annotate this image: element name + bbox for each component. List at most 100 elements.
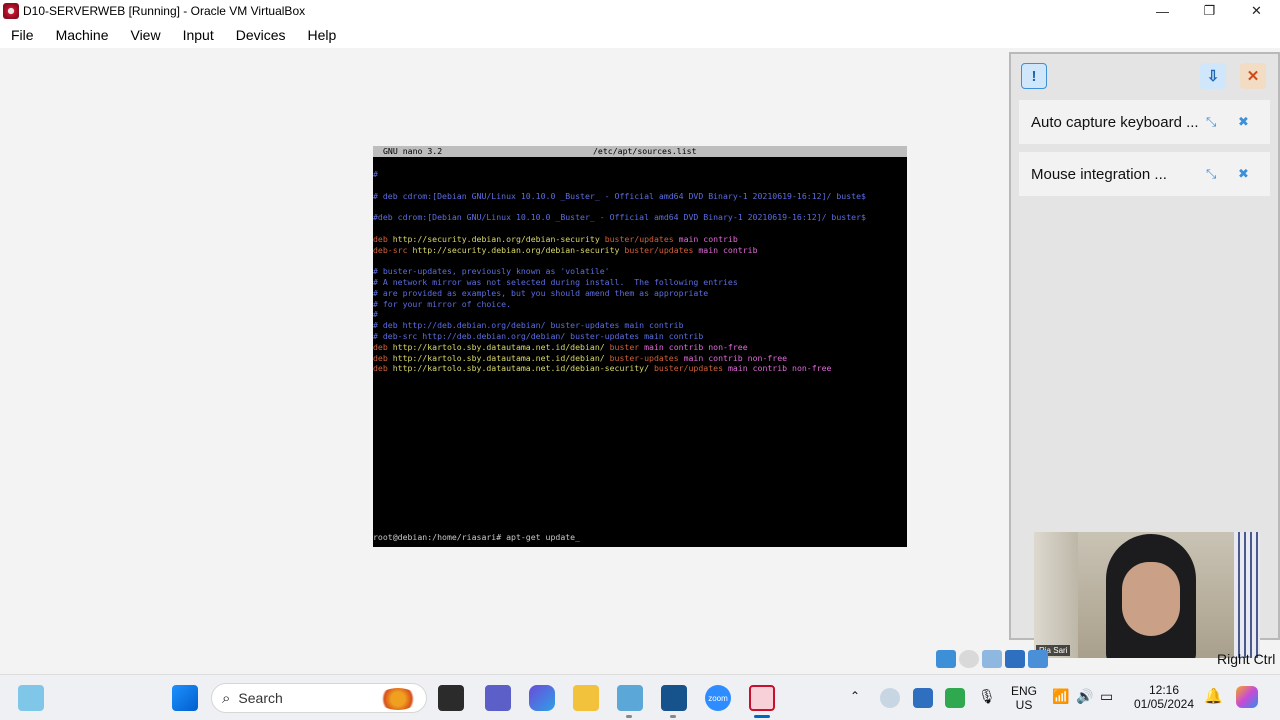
region-code: US	[1015, 698, 1033, 712]
chevron-up-icon[interactable]: ⌃	[850, 689, 860, 703]
vm-status-bar	[936, 648, 1048, 670]
copilot-icon[interactable]	[529, 685, 555, 711]
close-button[interactable]: ✕	[1233, 0, 1280, 22]
nano-filename: /etc/apt/sources.list	[593, 146, 697, 156]
microphone-icon[interactable]: 🎙	[978, 688, 996, 705]
terminal-line: # for your mirror of choice.	[373, 299, 907, 310]
vm-window-icon[interactable]	[749, 685, 775, 711]
search-box[interactable]: ⌕ Search	[211, 683, 427, 713]
window-title: D10-SERVERWEB [Running] - Oracle VM Virt…	[23, 4, 306, 18]
terminal-line: # are provided as examples, but you shou…	[373, 288, 907, 299]
widgets-icon[interactable]	[18, 685, 44, 711]
terminal-token: #	[373, 169, 378, 179]
terminal-token: main contrib non-free	[644, 341, 748, 352]
terminal-token: main contrib	[678, 233, 738, 244]
terminal-token: # deb cdrom:[Debian GNU/Linux 10.10.0 _B…	[373, 190, 866, 201]
restore-button[interactable]: ❐	[1186, 0, 1233, 22]
shell-prompt[interactable]: root@debian:/home/riasari# apt-get updat…	[373, 532, 580, 543]
sort-icon[interactable]: ⇩	[1200, 63, 1226, 89]
terminal-line: #	[373, 309, 907, 320]
menu-view[interactable]: View	[119, 27, 171, 43]
terminal-token: # are provided as examples, but you shou…	[373, 287, 709, 298]
terminal-token: deb	[373, 341, 393, 352]
language-code: ENG	[1010, 684, 1037, 698]
terminal-token: deb-src	[373, 244, 413, 255]
terminal-token: http://security.debian.org/debian-securi…	[392, 233, 605, 244]
search-highlight-icon	[378, 688, 418, 710]
notification-mouse-integration[interactable]: Mouse integration ... ⤡ ✖	[1019, 152, 1270, 196]
battery-icon[interactable]: ▭	[1100, 688, 1113, 705]
keyboard-close-icon[interactable]: ✖	[1238, 114, 1249, 130]
zoom-icon[interactable]: zoom	[705, 685, 731, 711]
terminal-token: http://kartolo.sby.datautama.net.id/debi…	[392, 352, 610, 363]
notification-keyboard-capture[interactable]: Auto capture keyboard ... ⤡ ✖	[1019, 100, 1270, 144]
onedrive-icon[interactable]	[880, 688, 900, 708]
terminal-lines: # # deb cdrom:[Debian GNU/Linux 10.10.0 _…	[373, 157, 907, 374]
mouse-close-icon[interactable]: ✖	[1238, 166, 1249, 182]
copilot-preview-icon[interactable]	[1236, 686, 1258, 708]
teams-icon[interactable]	[485, 685, 511, 711]
terminal-token: http://kartolo.sby.datautama.net.id/debi…	[392, 341, 610, 352]
terminal-line: deb http://kartolo.sby.datautama.net.id/…	[373, 353, 907, 364]
start-icon[interactable]	[172, 685, 198, 711]
menu-bar: File Machine View Input Devices Help	[0, 22, 1280, 48]
terminal-line: deb http://kartolo.sby.datautama.net.id/…	[373, 342, 907, 353]
volume-icon[interactable]: 🔊	[1076, 688, 1093, 705]
terminal-token: buster	[609, 341, 645, 352]
terminal-line: # deb-src http://deb.debian.org/debian/ …	[373, 331, 907, 342]
clock[interactable]: 12:16 01/05/2024	[1132, 683, 1196, 711]
alert-icon[interactable]: !	[1021, 63, 1047, 89]
terminal-token: http://security.debian.org/debian-securi…	[412, 244, 625, 255]
notification-toolbar: ! ⇩ ✕	[1011, 54, 1278, 100]
mouse-info-icon[interactable]: ⤡	[1206, 166, 1216, 182]
hard-disk-icon[interactable]	[936, 650, 956, 668]
search-placeholder: Search	[238, 690, 283, 706]
security-shield-icon[interactable]	[913, 688, 933, 708]
wifi-icon[interactable]: 📶	[1052, 688, 1069, 705]
terminal-line: deb http://kartolo.sby.datautama.net.id/…	[373, 363, 907, 374]
file-explorer-icon[interactable]	[573, 685, 599, 711]
window-controls: — ❐ ✕	[1139, 0, 1280, 22]
network-icon[interactable]	[1005, 650, 1025, 668]
window-titlebar: D10-SERVERWEB [Running] - Oracle VM Virt…	[0, 0, 1280, 22]
terminal-token: deb	[373, 363, 393, 374]
vm-console[interactable]: GNU nano 3.2 /etc/apt/sources.list # # de…	[373, 146, 907, 547]
terminal-token: deb	[373, 233, 393, 244]
terminal-token: main contrib	[698, 244, 758, 255]
terminal-line: deb-src http://security.debian.org/debia…	[373, 245, 907, 256]
notification-mouse-text: Mouse integration ...	[1031, 165, 1167, 183]
virtualbox-running-indicator	[670, 715, 676, 718]
audio-icon[interactable]	[982, 650, 1002, 668]
terminal-token: # deb-src http://deb.debian.org/debian/ …	[373, 330, 704, 341]
app-tray-icon[interactable]	[945, 688, 965, 708]
vm-active-indicator	[754, 715, 770, 718]
menu-file[interactable]: File	[0, 27, 45, 43]
menu-input[interactable]: Input	[172, 27, 225, 43]
notification-keyboard-text: Auto capture keyboard ...	[1031, 113, 1199, 131]
terminal-token: http://kartolo.sby.datautama.net.id/debi…	[392, 363, 654, 374]
notification-bell-icon[interactable]: 🔔	[1204, 687, 1223, 705]
clock-date: 01/05/2024	[1133, 697, 1195, 711]
menu-devices[interactable]: Devices	[225, 27, 297, 43]
taskbar: ⌕ Search zoom ⌃ 🎙 ENG US 📶 🔊 ▭ 12:16 01/…	[0, 674, 1280, 720]
terminal-token: buster/updates	[653, 363, 728, 374]
virtualbox-icon[interactable]	[661, 685, 687, 711]
language-indicator[interactable]: ENG US	[1010, 684, 1038, 712]
minimize-button[interactable]: —	[1139, 0, 1186, 22]
virtualbox-vm-icon	[3, 3, 19, 19]
dismiss-all-icon[interactable]: ✕	[1240, 63, 1266, 89]
optical-drive-icon[interactable]	[959, 650, 979, 668]
terminal-token: # for your mirror of choice.	[373, 298, 512, 309]
terminal-token: # deb http://deb.debian.org/debian/ bust…	[373, 320, 684, 331]
task-view-icon[interactable]	[438, 685, 464, 711]
nano-version: GNU nano 3.2	[383, 146, 443, 156]
terminal-line: # A network mirror was not selected duri…	[373, 277, 907, 288]
menu-machine[interactable]: Machine	[45, 27, 120, 43]
menu-help[interactable]: Help	[297, 27, 348, 43]
usb-icon[interactable]	[1028, 650, 1048, 668]
terminal-line: # buster-updates, previously known as 'v…	[373, 266, 907, 277]
webcam-background-pattern	[1234, 532, 1260, 658]
snipping-tool-icon[interactable]	[617, 685, 643, 711]
keyboard-info-icon[interactable]: ⤡	[1206, 114, 1216, 130]
